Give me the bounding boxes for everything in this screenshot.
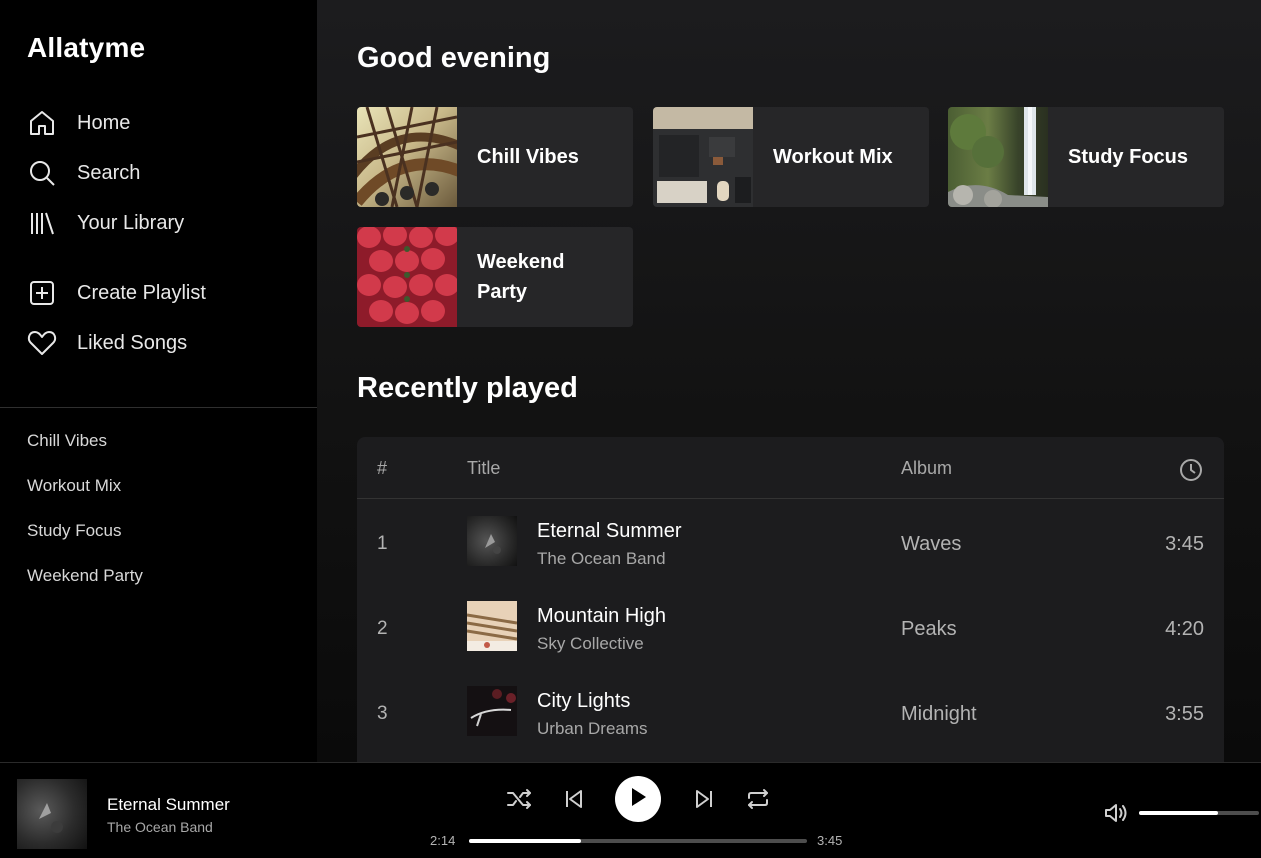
sidebar-divider — [0, 407, 317, 408]
next-icon[interactable] — [690, 785, 718, 813]
track-duration: 4:20 — [1165, 618, 1204, 640]
weekend-party-cover — [357, 227, 457, 327]
table-row[interactable]: 3 City Lights Urban Dreams Midnight 3:55 — [357, 670, 1224, 755]
nav-library-label: Your Library — [77, 211, 185, 234]
clock-icon — [1178, 457, 1204, 488]
card-study-focus[interactable]: Study Focus — [948, 107, 1224, 207]
card-workout-mix[interactable]: Workout Mix — [653, 107, 929, 207]
plus-square-icon — [27, 278, 57, 308]
liked-songs-button[interactable]: Liked Songs — [27, 327, 187, 359]
workout-mix-cover — [653, 107, 753, 207]
card-chill-vibes[interactable]: Chill Vibes — [357, 107, 633, 207]
create-playlist-label: Create Playlist — [77, 281, 206, 304]
progress-bar[interactable] — [469, 839, 807, 843]
table-row[interactable]: 2 Mountain High Sky Collective Peaks 4:2… — [357, 585, 1224, 670]
recently-played-heading: Recently played — [357, 372, 578, 404]
liked-songs-label: Liked Songs — [77, 331, 188, 354]
track-title[interactable]: Eternal Summer — [537, 520, 682, 543]
sidebar-playlist-study-focus[interactable]: Study Focus — [27, 521, 122, 541]
col-title-header: Title — [467, 458, 501, 478]
repeat-icon[interactable] — [744, 785, 772, 813]
table-row[interactable]: 1 Eternal Summer The Ocean Band Waves 3:… — [357, 500, 1224, 585]
track-cover — [467, 601, 517, 651]
sidebar: Allatyme Home Search Your Library Create… — [0, 0, 317, 762]
volume-fill — [1139, 811, 1219, 815]
create-playlist-button[interactable]: Create Playlist — [27, 277, 206, 309]
home-icon — [27, 108, 57, 138]
main-content: Good evening Chill Vibes Workout Mix Stu… — [317, 0, 1261, 762]
recently-played-table: # Title Album 1 Eternal Summer The Ocean… — [357, 437, 1224, 762]
track-artist[interactable]: Sky Collective — [537, 634, 644, 654]
track-number: 1 — [377, 533, 388, 554]
sidebar-playlist-workout-mix[interactable]: Workout Mix — [27, 476, 121, 496]
now-playing-title[interactable]: Eternal Summer — [107, 795, 230, 815]
nav-search-label: Search — [77, 161, 141, 184]
sidebar-playlist-weekend-party[interactable]: Weekend Party — [27, 566, 143, 586]
track-duration: 3:55 — [1165, 703, 1204, 725]
shuffle-icon[interactable] — [505, 785, 533, 813]
col-number-header: # — [377, 458, 388, 478]
card-workout-mix-title: Workout Mix — [773, 146, 893, 168]
card-chill-vibes-title: Chill Vibes — [477, 146, 579, 168]
total-time: 3:45 — [817, 833, 843, 848]
track-title[interactable]: City Lights — [537, 690, 630, 713]
nav-home[interactable]: Home — [27, 107, 130, 139]
track-album[interactable]: Waves — [901, 533, 961, 556]
nav-home-label: Home — [77, 111, 131, 134]
search-icon — [27, 158, 57, 188]
track-number: 2 — [377, 618, 388, 639]
greeting-heading: Good evening — [357, 42, 551, 74]
track-title[interactable]: Mountain High — [537, 605, 666, 628]
brand-logo[interactable]: Allatyme — [27, 32, 145, 64]
card-study-focus-title: Study Focus — [1068, 146, 1189, 168]
volume-icon[interactable] — [1102, 801, 1130, 825]
nav-library[interactable]: Your Library — [27, 207, 184, 239]
chill-vibes-cover — [357, 107, 457, 207]
now-playing-artist[interactable]: The Ocean Band — [107, 819, 213, 835]
track-album[interactable]: Peaks — [901, 618, 957, 641]
player-bar: Eternal Summer The Ocean Band 2:14 3:45 — [0, 762, 1261, 858]
play-button[interactable] — [615, 776, 661, 822]
col-album-header: Album — [901, 458, 953, 478]
card-weekend-party[interactable]: Weekend Party — [357, 227, 633, 327]
volume-slider[interactable] — [1139, 811, 1259, 815]
elapsed-time: 2:14 — [430, 833, 456, 848]
track-cover — [467, 516, 517, 566]
study-focus-cover — [948, 107, 1048, 207]
card-weekend-party-title: Weekend Party — [477, 251, 565, 303]
track-album[interactable]: Midnight — [901, 703, 977, 726]
progress-fill — [469, 839, 581, 843]
now-playing-cover — [17, 779, 87, 849]
table-header: # Title Album — [357, 437, 1224, 499]
track-number: 3 — [377, 703, 388, 724]
library-icon — [27, 208, 57, 238]
track-artist[interactable]: Urban Dreams — [537, 719, 648, 739]
nav-search[interactable]: Search — [27, 157, 140, 189]
track-artist[interactable]: The Ocean Band — [537, 549, 666, 569]
track-cover — [467, 686, 517, 736]
previous-icon[interactable] — [560, 785, 588, 813]
play-icon — [628, 786, 648, 813]
heart-icon — [27, 328, 57, 358]
track-duration: 3:45 — [1165, 533, 1204, 555]
sidebar-playlist-chill-vibes[interactable]: Chill Vibes — [27, 431, 107, 451]
